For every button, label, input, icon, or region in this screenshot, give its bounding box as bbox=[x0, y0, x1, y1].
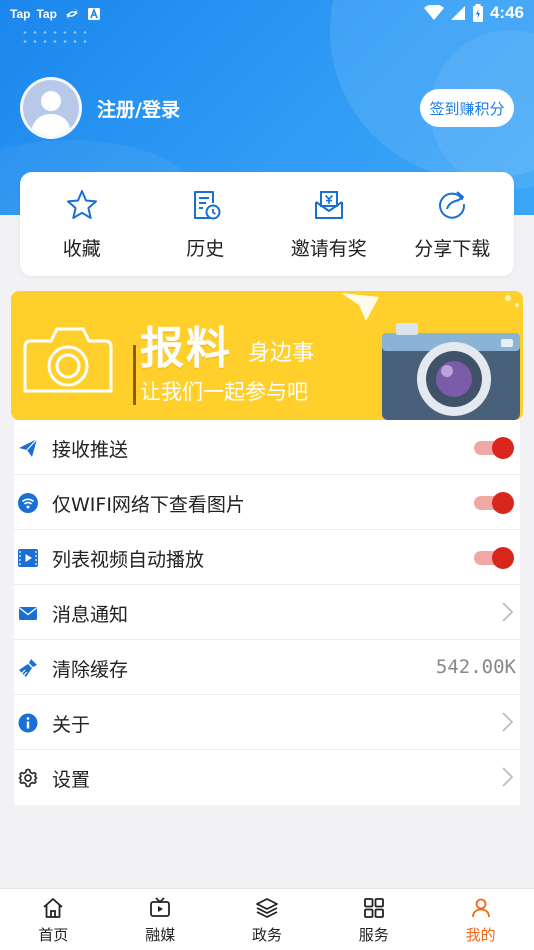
tab-media[interactable]: 融媒 bbox=[107, 889, 214, 950]
tab-label: 融媒 bbox=[145, 926, 176, 944]
setting-label: 仅WIFI网络下查看图片 bbox=[52, 494, 245, 516]
cell-signal-icon bbox=[450, 6, 465, 20]
invite-icon bbox=[314, 191, 343, 219]
tab-home[interactable]: 首页 bbox=[0, 889, 107, 950]
banner-subtitle: 身边事 bbox=[248, 341, 315, 366]
setting-label: 接收推送 bbox=[52, 439, 129, 461]
grid-icon bbox=[363, 898, 384, 918]
setting-label: 消息通知 bbox=[52, 604, 129, 626]
tab-label: 政务 bbox=[251, 926, 282, 944]
wifi-icon bbox=[18, 493, 38, 513]
camera-illustration bbox=[382, 323, 520, 420]
user-icon bbox=[471, 898, 490, 918]
quick-action-label: 收藏 bbox=[62, 238, 101, 260]
app-a-icon bbox=[87, 7, 100, 20]
setting-row-about[interactable]: 关于 bbox=[14, 695, 520, 750]
banner-tagline: 让我们一起参与吧 bbox=[140, 380, 308, 404]
broom-icon bbox=[19, 659, 37, 677]
tv-icon bbox=[150, 897, 171, 917]
quick-action-label: 历史 bbox=[186, 238, 225, 260]
wifi-images-toggle[interactable] bbox=[474, 492, 514, 514]
settings-list: 接收推送 仅WIFI网络下查看图片 列表视频自动播放 消息通知 清除缓存 542… bbox=[14, 420, 520, 805]
camera-outline-icon bbox=[23, 327, 113, 393]
paper-plane-icon bbox=[19, 438, 38, 457]
sync-icon bbox=[65, 7, 78, 21]
quick-action-label: 邀请有奖 bbox=[290, 238, 367, 260]
banner-title: 报料 bbox=[140, 323, 232, 374]
setting-row-settings[interactable]: 设置 bbox=[14, 750, 520, 805]
setting-row-notifications[interactable]: 消息通知 bbox=[14, 585, 520, 640]
chevron-right-icon bbox=[502, 602, 514, 622]
video-icon bbox=[18, 549, 38, 567]
setting-row-wifi-images[interactable]: 仅WIFI网络下查看图片 bbox=[14, 475, 520, 530]
setting-row-clear-cache[interactable]: 清除缓存 542.00K bbox=[14, 640, 520, 695]
quick-actions-card: 收藏 历史 邀请有奖 分享下载 bbox=[20, 172, 514, 276]
quick-action-label: 分享下载 bbox=[414, 238, 491, 260]
home-icon bbox=[43, 898, 63, 918]
layers-icon bbox=[256, 898, 278, 918]
login-link[interactable]: 注册/登录 bbox=[97, 95, 180, 122]
toggle-knob bbox=[492, 492, 514, 514]
paper-plane-decoration bbox=[341, 293, 379, 321]
header-dot-pattern bbox=[20, 28, 90, 46]
tap-notification-icon: Tap bbox=[10, 7, 31, 21]
tab-label: 首页 bbox=[38, 926, 69, 944]
setting-label: 清除缓存 bbox=[52, 659, 129, 681]
tab-mine[interactable]: 我的 bbox=[427, 889, 534, 950]
quick-action-history[interactable]: 历史 bbox=[144, 172, 268, 276]
status-bar-notifications: Tap Tap bbox=[10, 5, 101, 23]
setting-label: 关于 bbox=[52, 714, 91, 736]
tab-services[interactable]: 服务 bbox=[320, 889, 427, 950]
tab-label: 我的 bbox=[465, 926, 496, 944]
chevron-right-icon bbox=[502, 712, 514, 732]
star-icon bbox=[66, 190, 97, 219]
tab-label: 服务 bbox=[358, 926, 389, 944]
setting-row-autoplay[interactable]: 列表视频自动播放 bbox=[14, 530, 520, 585]
autoplay-toggle[interactable] bbox=[474, 547, 514, 569]
default-avatar-icon bbox=[31, 91, 71, 136]
chevron-right-icon bbox=[502, 767, 514, 787]
share-icon bbox=[439, 191, 466, 219]
status-time: 4:46 bbox=[489, 3, 524, 22]
bottom-tab-bar: 首页 融媒 政务 服务 我的 bbox=[0, 888, 534, 950]
info-icon bbox=[18, 713, 38, 733]
toggle-knob bbox=[492, 437, 514, 459]
checkin-button[interactable]: 签到赚积分 bbox=[420, 89, 514, 127]
setting-label: 设置 bbox=[52, 769, 91, 791]
status-bar-system: 4:46 bbox=[423, 3, 524, 23]
status-bar: Tap Tap 4:46 bbox=[0, 0, 534, 28]
quick-action-invite[interactable]: 邀请有奖 bbox=[267, 172, 391, 276]
push-toggle[interactable] bbox=[474, 437, 514, 459]
quick-action-favorites[interactable]: 收藏 bbox=[20, 172, 144, 276]
wifi-signal-icon bbox=[423, 5, 444, 20]
history-icon bbox=[194, 191, 221, 220]
gear-icon bbox=[18, 768, 38, 788]
cache-size-value: 542.00K bbox=[435, 656, 516, 678]
setting-row-push[interactable]: 接收推送 bbox=[14, 420, 520, 475]
banner-divider bbox=[133, 345, 136, 405]
toggle-knob bbox=[492, 547, 514, 569]
profile-page: Tap Tap 4:46 注册/登录 签到赚积分 收藏 历史 邀请有奖 分享下载… bbox=[0, 0, 534, 950]
quick-action-share[interactable]: 分享下载 bbox=[391, 172, 515, 276]
battery-icon bbox=[472, 4, 483, 22]
avatar[interactable] bbox=[20, 77, 82, 139]
mail-icon bbox=[19, 607, 37, 620]
setting-label: 列表视频自动播放 bbox=[52, 549, 205, 571]
tap-notification-icon: Tap bbox=[36, 7, 57, 21]
tab-government[interactable]: 政务 bbox=[214, 889, 321, 950]
